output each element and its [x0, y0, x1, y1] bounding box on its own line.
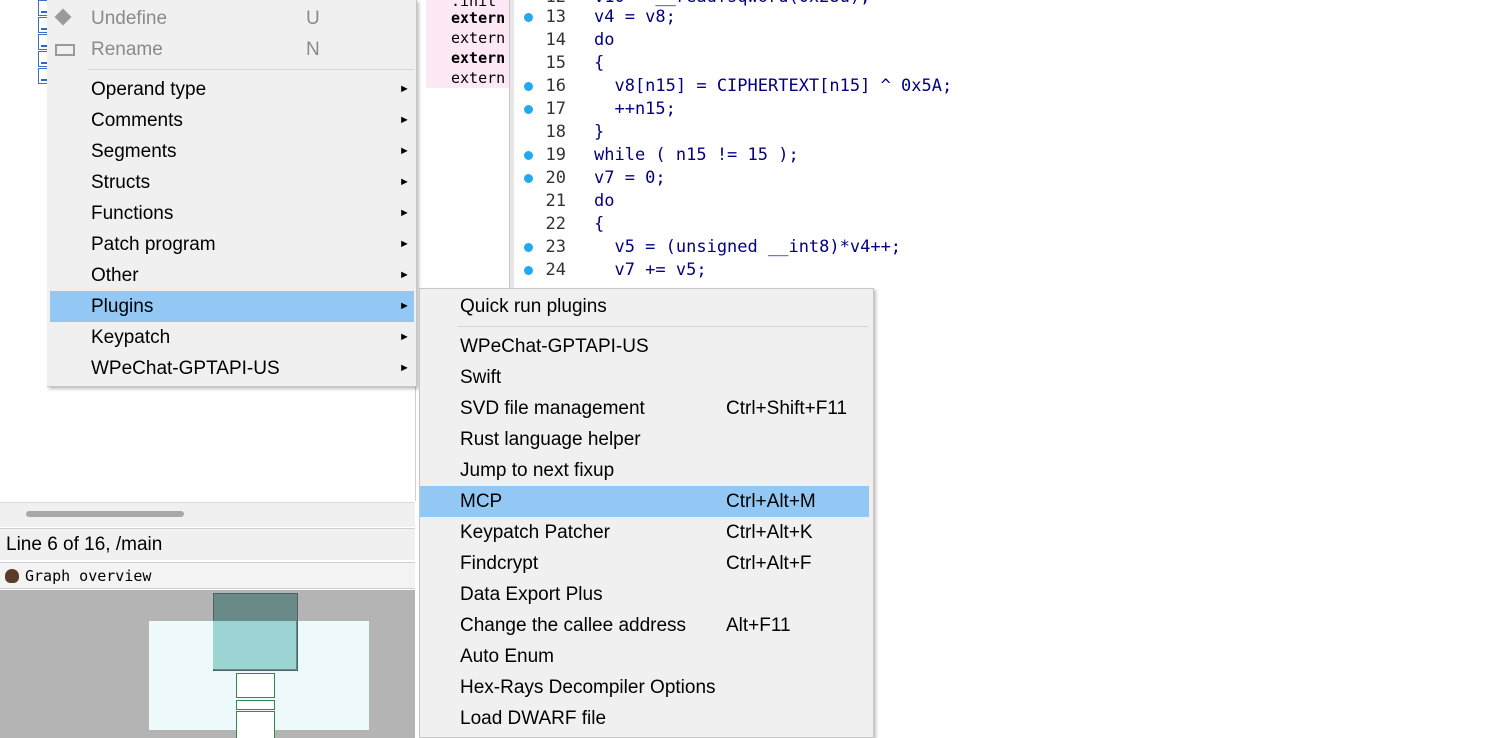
line-number: 15	[545, 53, 566, 73]
code-text: v4 = v8;	[594, 7, 676, 27]
code-text: v8[n15] = CIPHERTEXT[n15] ^ 0x5A;	[594, 76, 953, 96]
plugin-item-data-export[interactable]: Data Export Plus	[420, 579, 869, 610]
code-line[interactable]: 19 while ( n15 != 15 );	[516, 144, 1116, 167]
code-line[interactable]: 14 do	[516, 29, 1116, 52]
code-line[interactable]: 24 v7 += v5;	[516, 259, 1116, 282]
plugin-item-mcp[interactable]: MCP Ctrl+Alt+M	[420, 486, 869, 517]
plugin-item-keypatch-patcher[interactable]: Keypatch Patcher Ctrl+Alt+K	[420, 517, 869, 548]
graph-overview-icon	[5, 569, 19, 583]
plugin-item-svd[interactable]: SVD file management Ctrl+Shift+F11	[420, 393, 869, 424]
graph-node	[236, 700, 275, 710]
code-line[interactable]: 16 v8[n15] = CIPHERTEXT[n15] ^ 0x5A;	[516, 75, 1116, 98]
code-text: do	[594, 30, 615, 50]
menu-item-segments[interactable]: Segments ►	[50, 136, 414, 167]
vertical-splitter[interactable]	[509, 0, 514, 300]
code-text: do	[594, 191, 615, 211]
menu-item-keypatch[interactable]: Keypatch ►	[50, 322, 414, 353]
menu-item-operand-type[interactable]: Operand type ►	[50, 74, 414, 105]
plugin-item-jump-fixup[interactable]: Jump to next fixup	[420, 455, 869, 486]
code-text: {	[594, 214, 605, 234]
line-number: 22	[545, 214, 566, 234]
plugin-item-hexrays-options[interactable]: Hex-Rays Decompiler Options	[420, 672, 869, 703]
line-number: 21	[545, 191, 566, 211]
code-line[interactable]: 13 v4 = v8;	[516, 6, 1116, 29]
breakpoint-dot-icon[interactable]	[524, 151, 533, 160]
code-text: v7 = 0;	[594, 168, 666, 188]
graph-node	[236, 711, 275, 738]
graph-overview-header: Graph overview	[0, 562, 415, 589]
undefine-icon	[54, 8, 72, 26]
code-line[interactable]: 22 {	[516, 213, 1116, 236]
submenu-arrow-icon: ►	[399, 300, 410, 312]
plugin-item-auto-enum[interactable]: Auto Enum	[420, 641, 869, 672]
submenu-arrow-icon: ►	[399, 145, 410, 157]
scrollbar-thumb[interactable]	[26, 511, 184, 517]
menu-separator	[88, 69, 414, 70]
line-status: Line 6 of 16, /main	[0, 528, 415, 560]
listing-line: extern	[451, 29, 506, 47]
code-line[interactable]: 18}	[516, 121, 1116, 144]
breakpoint-dot-icon[interactable]	[524, 13, 533, 22]
line-number: 19	[545, 145, 566, 165]
code-text: while ( n15 != 15 );	[594, 145, 799, 165]
menu-item-functions[interactable]: Functions ►	[50, 198, 414, 229]
code-line[interactable]: 23 v5 = (unsigned __int8)*v4++;	[516, 236, 1116, 259]
menu-item-comments[interactable]: Comments ►	[50, 105, 414, 136]
menu-item-plugins[interactable]: Plugins ►	[50, 291, 414, 322]
submenu-arrow-icon: ►	[399, 176, 410, 188]
menu-item-wpechat-gptapi-us[interactable]: WPeChat-GPTAPI-US ►	[50, 353, 414, 384]
line-number: 16	[545, 76, 566, 96]
graph-overview-pane[interactable]	[0, 590, 415, 738]
line-number: 14	[545, 30, 566, 50]
code-text: v5 = (unsigned __int8)*v4++;	[594, 237, 902, 257]
code-line[interactable]: 15 {	[516, 52, 1116, 75]
listing-line: extern	[451, 49, 506, 67]
listing-line: extern	[451, 9, 506, 27]
submenu-arrow-icon: ►	[399, 114, 410, 126]
submenu-arrow-icon: ►	[399, 269, 410, 281]
line-number: 23	[545, 237, 566, 257]
code-line[interactable]: 20 v7 = 0;	[516, 167, 1116, 190]
code-text: v7 += v5;	[594, 260, 707, 280]
submenu-arrow-icon: ►	[399, 331, 410, 343]
graph-overview-title: Graph overview	[25, 567, 152, 585]
code-line[interactable]: 17 ++n15;	[516, 98, 1116, 121]
plugin-item-load-dwarf[interactable]: Load DWARF file	[420, 703, 869, 734]
line-number: 24	[545, 260, 566, 280]
menu-item-rename[interactable]: Rename N	[50, 34, 414, 65]
menu-item-structs[interactable]: Structs ►	[50, 167, 414, 198]
breakpoint-dot-icon[interactable]	[524, 174, 533, 183]
line-number: 20	[545, 168, 566, 188]
breakpoint-dot-icon[interactable]	[524, 266, 533, 275]
breakpoint-dot-icon[interactable]	[524, 105, 533, 114]
line-number: 13	[545, 7, 566, 27]
submenu-arrow-icon: ►	[399, 238, 410, 250]
plugin-item-findcrypt[interactable]: Findcrypt Ctrl+Alt+F	[420, 548, 869, 579]
menu-item-patch-program[interactable]: Patch program ►	[50, 229, 414, 260]
breakpoint-dot-icon[interactable]	[524, 82, 533, 91]
breakpoint-dot-icon[interactable]	[524, 243, 533, 252]
menu-separator	[458, 326, 869, 327]
submenu-arrow-icon: ►	[399, 362, 410, 374]
code-text: }	[594, 122, 605, 142]
listing-line: extern	[451, 69, 506, 87]
code-text: ++n15;	[594, 99, 676, 119]
menu-item-undefine[interactable]: Undefine U	[50, 3, 414, 34]
code-text: {	[594, 53, 605, 73]
line-number: 18	[545, 122, 566, 142]
graph-node	[213, 621, 296, 669]
plugin-item-change-callee[interactable]: Change the callee address Alt+F11	[420, 610, 869, 641]
line-number: 17	[545, 99, 566, 119]
plugin-item-rust[interactable]: Rust language helper	[420, 424, 869, 455]
plugin-item-swift[interactable]: Swift	[420, 362, 869, 393]
code-line[interactable]: 21 do	[516, 190, 1116, 213]
plugin-item-wpechat[interactable]: WPeChat-GPTAPI-US	[420, 331, 869, 362]
submenu-arrow-icon: ►	[399, 83, 410, 95]
submenu-arrow-icon: ►	[399, 207, 410, 219]
plugin-item-quick-run[interactable]: Quick run plugins	[420, 291, 869, 322]
graph-node	[236, 673, 275, 698]
rename-icon	[55, 44, 75, 56]
menu-item-other[interactable]: Other ►	[50, 260, 414, 291]
